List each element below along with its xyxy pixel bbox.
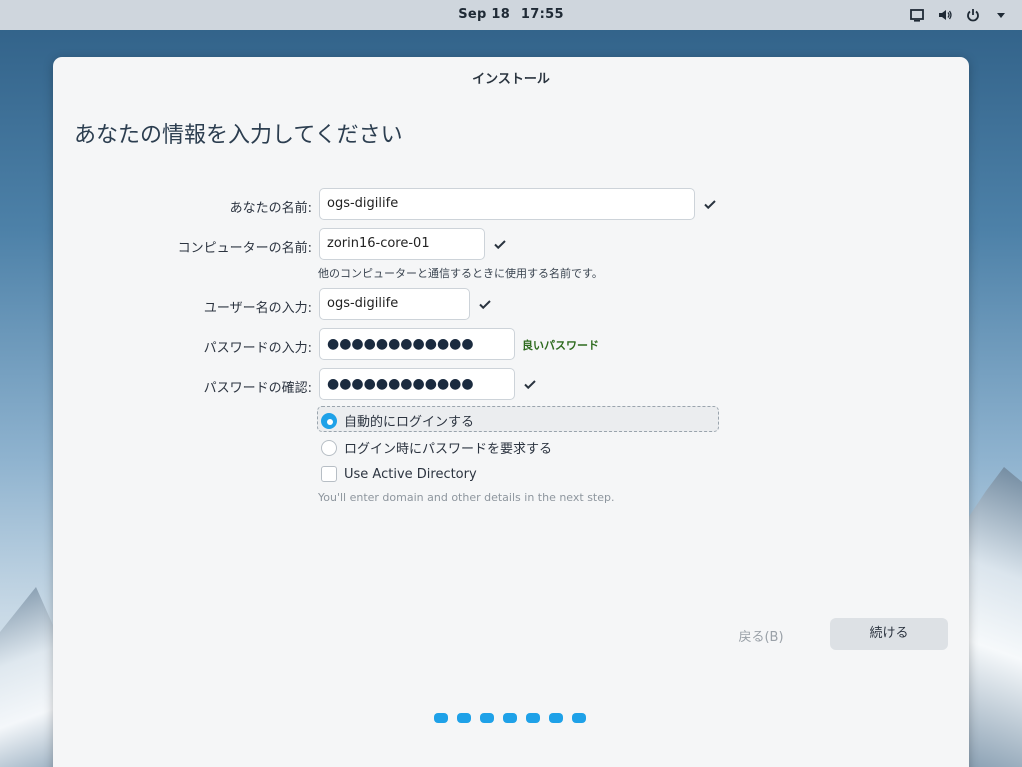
auto-login-radio-row[interactable]: 自動的にログインする	[321, 411, 474, 430]
name-field[interactable]: ogs-digilife	[319, 188, 695, 220]
clock[interactable]: Sep 18 17:55	[0, 7, 1022, 22]
progress-step-dot	[457, 713, 471, 723]
continue-button[interactable]: 続ける	[830, 618, 948, 650]
system-tray	[908, 6, 1010, 24]
volume-icon[interactable]	[936, 6, 954, 24]
name-valid-check-icon	[704, 200, 716, 210]
progress-step-dot	[526, 713, 540, 723]
progress-step-dot	[480, 713, 494, 723]
auto-login-radio[interactable]	[321, 412, 337, 429]
active-directory-hint: You'll enter domain and other details in…	[318, 491, 615, 504]
username-valid-check-icon	[479, 300, 491, 310]
confirm-password-mask: ●●●●●●●●●●●●	[327, 376, 474, 392]
progress-step-dot	[572, 713, 586, 723]
progress-indicator	[434, 713, 586, 723]
window-title: インストール	[472, 72, 550, 87]
auto-login-label: 自動的にログインする	[344, 415, 475, 430]
active-directory-row[interactable]: Use Active Directory	[321, 466, 477, 482]
display-icon[interactable]	[908, 6, 926, 24]
power-icon[interactable]	[964, 6, 982, 24]
top-panel: Sep 18 17:55	[0, 0, 1022, 30]
clock-time: 17:55	[520, 7, 564, 22]
confirm-password-label: パスワードの確認:	[203, 381, 312, 396]
page-title: あなたの情報を入力してください	[74, 123, 403, 148]
require-password-label: ログイン時にパスワードを要求する	[344, 442, 553, 457]
confirm-password-field[interactable]: ●●●●●●●●●●●●	[319, 368, 515, 400]
installer-window: インストール あなたの情報を入力してください あなたの名前: ogs-digil…	[53, 57, 969, 767]
password-label: パスワードの入力:	[203, 341, 312, 356]
name-label: あなたの名前:	[229, 201, 312, 216]
wallpaper-mountain-right	[962, 467, 1022, 767]
active-directory-checkbox[interactable]	[321, 466, 337, 482]
password-mask: ●●●●●●●●●●●●	[327, 336, 474, 352]
password-field[interactable]: ●●●●●●●●●●●●	[319, 328, 515, 360]
progress-step-dot	[434, 713, 448, 723]
menu-arrow-icon[interactable]	[992, 6, 1010, 24]
computer-name-label: コンピューターの名前:	[177, 241, 312, 256]
require-password-radio-row[interactable]: ログイン時にパスワードを要求する	[321, 438, 552, 457]
progress-step-dot	[549, 713, 563, 723]
back-button[interactable]: 戻る(B)	[721, 626, 801, 646]
computer-name-valid-check-icon	[494, 240, 506, 250]
username-field[interactable]: ogs-digilife	[319, 288, 470, 320]
password-strength-label: 良いパスワード	[522, 339, 599, 352]
username-label: ユーザー名の入力:	[203, 301, 312, 316]
computer-name-hint: 他のコンピューターと通信するときに使用する名前です。	[318, 267, 603, 280]
computer-name-field[interactable]: zorin16-core-01	[319, 228, 485, 260]
clock-date: Sep 18	[458, 7, 511, 22]
require-password-radio[interactable]	[321, 439, 337, 456]
confirm-password-valid-check-icon	[524, 380, 536, 390]
progress-step-dot	[503, 713, 517, 723]
wallpaper-mountain-left	[0, 587, 60, 767]
active-directory-label: Use Active Directory	[344, 466, 477, 482]
